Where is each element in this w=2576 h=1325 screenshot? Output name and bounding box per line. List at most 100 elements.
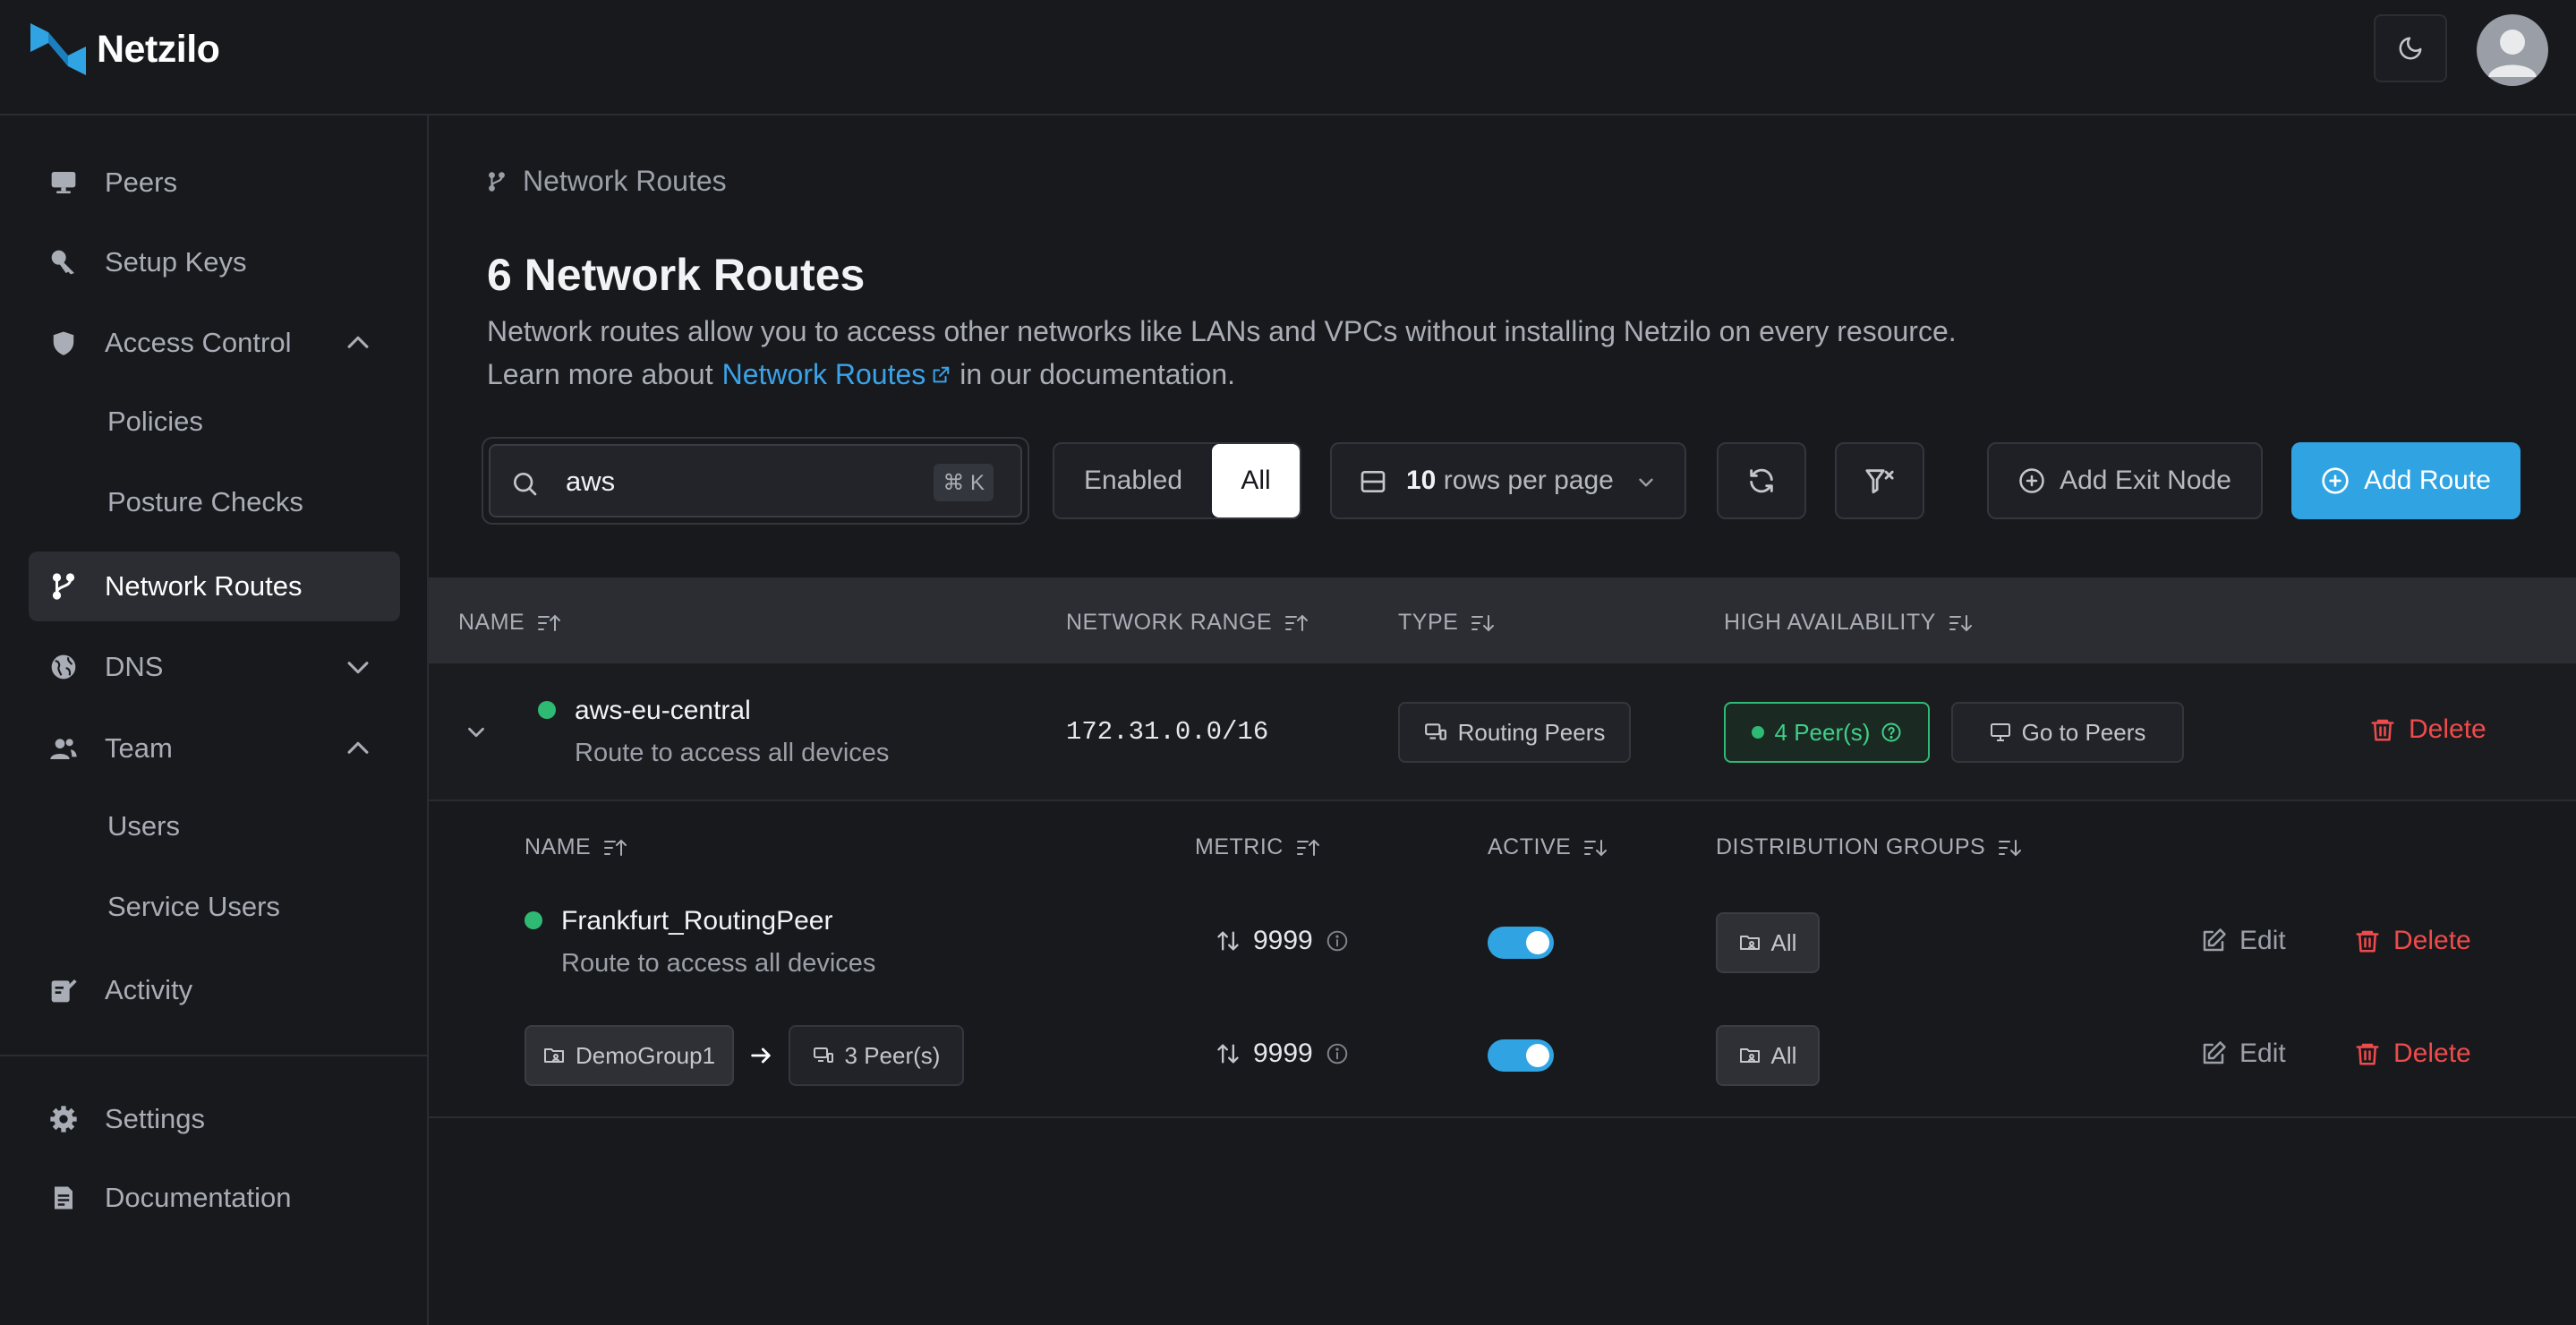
learn-more-suffix: in our documentation. — [960, 358, 1235, 390]
peer-group-label: DemoGroup1 — [575, 1041, 716, 1069]
folder-group-icon — [543, 1048, 564, 1063]
sidebar-item-team[interactable]: Team — [29, 714, 400, 783]
plus-circle-icon — [2322, 467, 2349, 494]
sidebar-item-label: Peers — [105, 167, 177, 198]
add-route-label: Add Route — [2364, 466, 2491, 495]
sidebar-item-posture-checks[interactable]: Posture Checks — [107, 486, 303, 518]
edit-icon — [2203, 1041, 2226, 1064]
table-bottom-divider — [429, 1116, 2576, 1118]
help-circle-icon — [1881, 722, 1901, 742]
breadcrumb-current[interactable]: Network Routes — [523, 165, 727, 198]
column-header-label: NAME — [458, 610, 525, 635]
globe-icon — [48, 652, 79, 682]
add-route-button[interactable]: Add Route — [2291, 442, 2521, 519]
sidebar-item-policies[interactable]: Policies — [107, 406, 203, 438]
sidebar: Peers Setup Keys Access Control Policies… — [0, 115, 429, 1325]
active-toggle[interactable] — [1488, 1039, 1554, 1072]
go-to-peers-button[interactable]: Go to Peers — [1951, 702, 2184, 763]
sidebar-item-users[interactable]: Users — [107, 810, 180, 842]
search-shortcut-badge: ⌘ K — [934, 464, 994, 501]
gear-icon — [48, 1104, 79, 1134]
sort-asc-icon — [604, 839, 627, 856]
active-toggle[interactable] — [1488, 927, 1554, 959]
delete-button[interactable]: Delete — [2354, 926, 2471, 956]
sub-column-header-name[interactable]: NAME — [525, 834, 628, 860]
column-header-label: METRIC — [1195, 834, 1284, 859]
peer-group-badge[interactable]: DemoGroup1 — [525, 1025, 734, 1086]
chevron-down-icon — [343, 652, 373, 682]
rows-per-page-select[interactable]: 10 rows per page — [1330, 442, 1686, 519]
docs-link-label: Network Routes — [721, 358, 926, 390]
search-field-wrapper: ⌘ K — [482, 437, 1029, 525]
plus-circle-icon — [2019, 468, 2044, 493]
page-description: Network routes allow you to access other… — [487, 315, 1957, 347]
sidebar-item-setup-keys[interactable]: Setup Keys — [29, 227, 400, 297]
edit-button[interactable]: Edit — [2200, 1039, 2286, 1069]
filter-all-button[interactable]: All — [1212, 444, 1300, 517]
breadcrumb: Network Routes — [487, 165, 727, 198]
route-network-range: 172.31.0.0/16 — [1066, 717, 1269, 747]
table-row[interactable]: aws-eu-central Route to access all devic… — [429, 663, 2576, 801]
sidebar-item-service-users[interactable]: Service Users — [107, 891, 280, 923]
routing-peers-icon — [1424, 723, 1446, 740]
column-header-network-range[interactable]: NETWORK RANGE — [1066, 610, 1309, 636]
sidebar-item-peers[interactable]: Peers — [29, 148, 400, 218]
external-link-icon — [933, 366, 950, 382]
edit-label: Edit — [2239, 1039, 2286, 1068]
column-header-name[interactable]: NAME — [458, 610, 562, 636]
status-filter-toggle: Enabled All — [1053, 442, 1301, 519]
filter-enabled-button[interactable]: Enabled — [1054, 444, 1212, 517]
app-logo[interactable]: Netzilo — [29, 20, 220, 79]
folder-group-icon — [1739, 936, 1760, 950]
learn-more-prefix: Learn more about — [487, 358, 713, 390]
sub-column-header-distribution-groups[interactable]: DISTRIBUTION GROUPS — [1716, 834, 2023, 860]
delete-button[interactable]: Delete — [2354, 1039, 2471, 1069]
info-icon[interactable] — [1326, 929, 1349, 953]
sub-column-header-metric[interactable]: METRIC — [1195, 834, 1321, 860]
sort-arrows-icon — [1217, 931, 1239, 951]
column-header-type[interactable]: TYPE — [1398, 610, 1496, 636]
sort-desc-icon — [1999, 839, 2022, 856]
refresh-icon — [1750, 468, 1773, 493]
add-exit-node-button[interactable]: Add Exit Node — [1987, 442, 2263, 519]
search-box[interactable]: ⌘ K — [489, 444, 1022, 517]
docs-link[interactable]: Network Routes — [722, 358, 951, 391]
add-exit-node-label: Add Exit Node — [2060, 466, 2231, 495]
refresh-button[interactable] — [1717, 442, 1806, 519]
sidebar-item-dns[interactable]: DNS — [29, 632, 400, 702]
status-online-dot — [538, 701, 556, 719]
user-avatar[interactable] — [2477, 14, 2548, 86]
sub-column-header-active[interactable]: ACTIVE — [1488, 834, 1608, 860]
sidebar-item-label: Settings — [105, 1103, 206, 1134]
sidebar-item-label: Access Control — [105, 327, 292, 358]
sort-asc-icon — [1285, 614, 1309, 631]
distribution-group-badge[interactable]: All — [1716, 912, 1820, 973]
metric-number: 9999 — [1253, 1039, 1313, 1068]
chevron-up-icon — [343, 733, 373, 764]
column-header-high-availability[interactable]: HIGH AVAILABILITY — [1724, 610, 1974, 636]
table-rows-icon — [1361, 471, 1386, 492]
edit-button[interactable]: Edit — [2200, 926, 2286, 956]
peer-count-badge[interactable]: 4 Peer(s) — [1724, 702, 1930, 763]
delete-label: Delete — [2409, 714, 2486, 744]
route-description: Route to access all devices — [575, 739, 890, 767]
clear-filters-button[interactable] — [1835, 442, 1924, 519]
search-input[interactable] — [564, 464, 904, 500]
chevron-down-icon[interactable] — [463, 719, 490, 746]
rows-per-page-count: 10 — [1406, 466, 1437, 495]
go-to-peers-label: Go to Peers — [2021, 718, 2146, 746]
sidebar-divider — [0, 1055, 427, 1056]
distribution-group-badge[interactable]: All — [1716, 1025, 1820, 1086]
delete-route-button[interactable]: Delete — [2369, 714, 2486, 745]
sidebar-item-activity[interactable]: Activity — [29, 955, 400, 1025]
user-avatar-icon — [2488, 30, 2537, 77]
sidebar-item-access-control[interactable]: Access Control — [29, 308, 400, 378]
sidebar-item-label: Team — [105, 732, 173, 764]
sidebar-item-documentation[interactable]: Documentation — [29, 1163, 400, 1233]
peer-count-badge[interactable]: 3 Peer(s) — [789, 1025, 964, 1086]
sidebar-item-network-routes[interactable]: Network Routes — [29, 551, 400, 621]
peer-count-label: 3 Peer(s) — [844, 1041, 941, 1069]
sidebar-item-settings[interactable]: Settings — [29, 1084, 400, 1154]
theme-toggle-button[interactable] — [2374, 14, 2447, 82]
info-icon[interactable] — [1326, 1042, 1349, 1065]
